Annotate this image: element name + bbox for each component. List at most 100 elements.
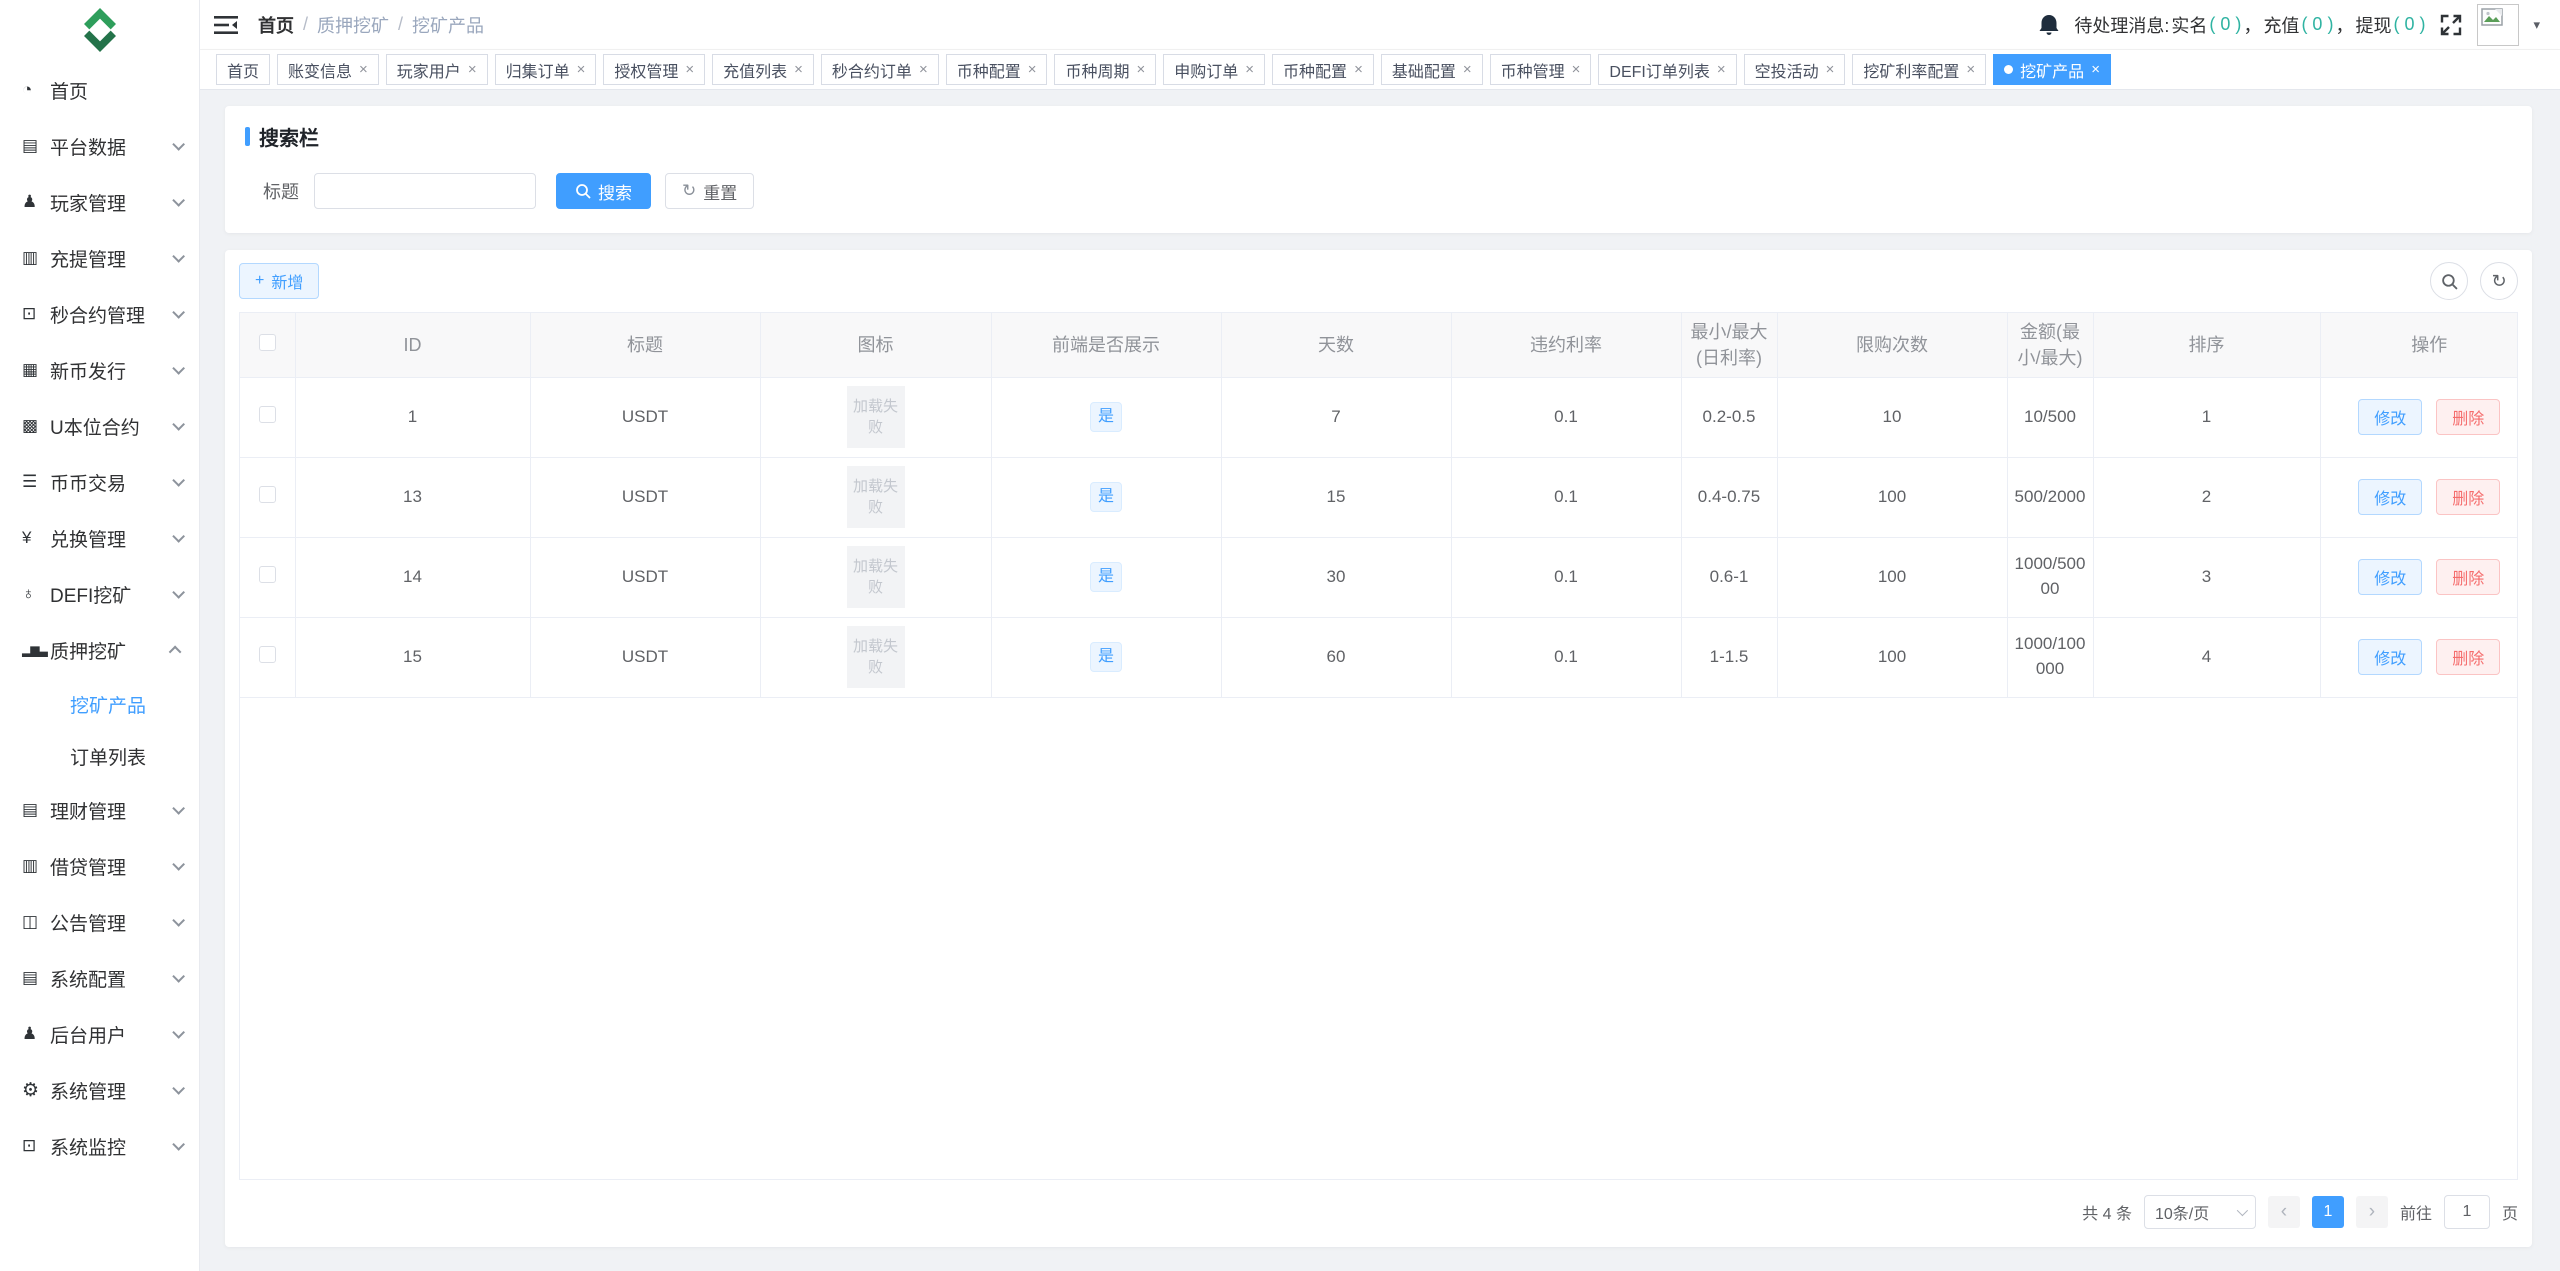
tab-挖矿产品[interactable]: 挖矿产品 × xyxy=(1993,54,2111,85)
edit-button[interactable]: 修改 xyxy=(2358,399,2423,435)
sidebar-item-system-management[interactable]: ⚙ 系统管理 xyxy=(0,1062,199,1118)
sidebar-item-seconds-contract-management[interactable]: ⊡ 秒合约管理 xyxy=(0,286,199,342)
sidebar-item-label: U本位合约 xyxy=(50,417,140,439)
reset-button[interactable]: ↻ 重置 xyxy=(665,173,755,209)
table-refresh-button[interactable]: ↻ xyxy=(2480,262,2518,300)
table-row: 1 USDT 加载失败 是 7 0.1 0.2-0.5 10 10/500 1 修改 删除 xyxy=(240,377,2517,458)
tab-DEFI订单列表[interactable]: DEFI订单列表 × xyxy=(1598,54,1737,85)
edit-button[interactable]: 修改 xyxy=(2358,639,2423,675)
close-icon[interactable]: × xyxy=(1966,61,1975,78)
cell-actions: 修改 删除 xyxy=(2320,377,2517,458)
bell-icon[interactable] xyxy=(2038,13,2060,37)
sidebar-item-new-coin-issue[interactable]: ▦ 新币发行 xyxy=(0,342,199,398)
close-icon[interactable]: × xyxy=(919,61,928,78)
page-size-select[interactable]: 10条/页 xyxy=(2143,1195,2256,1229)
sidebar-item-staking-mining[interactable]: ▂▆▃ 质押挖矿 xyxy=(0,622,199,678)
title-search-input[interactable] xyxy=(314,173,536,209)
page-number-1[interactable]: 1 xyxy=(2311,1196,2344,1228)
row-checkbox[interactable] xyxy=(258,646,276,663)
breadcrumb-item[interactable]: 挖矿产品 xyxy=(412,12,484,38)
column-header-days: 天数 xyxy=(1221,313,1452,378)
delete-button[interactable]: 删除 xyxy=(2436,399,2501,435)
sidebar-item-player-management[interactable]: ♟ 玩家管理 xyxy=(0,174,199,230)
delete-button[interactable]: 删除 xyxy=(2436,639,2501,675)
goto-page-input[interactable] xyxy=(2443,1195,2490,1229)
sidebar-item-finance-management[interactable]: ▤ 理财管理 xyxy=(0,782,199,838)
tab-币种配置[interactable]: 币种配置 × xyxy=(945,54,1048,85)
row-checkbox[interactable] xyxy=(258,566,276,583)
close-icon[interactable]: × xyxy=(1463,61,1472,78)
close-icon[interactable]: × xyxy=(794,61,803,78)
logo-icon xyxy=(83,8,116,52)
sidebar-subitem-order-list[interactable]: 订单列表 xyxy=(0,730,199,782)
select-all-checkbox[interactable] xyxy=(258,333,276,351)
column-header-label: 最小/最大(日利率) xyxy=(1690,321,1768,368)
goto-label: 前往 xyxy=(2399,1206,2432,1223)
close-icon[interactable]: × xyxy=(359,61,368,78)
close-icon[interactable]: × xyxy=(1245,61,1254,78)
collapse-menu-icon[interactable] xyxy=(214,14,240,36)
broken-image-placeholder: 加载失败 xyxy=(846,386,905,448)
sidebar-item-coin-coin-trade[interactable]: ☰ 币币交易 xyxy=(0,454,199,510)
title-accent-bar xyxy=(245,127,250,146)
close-icon[interactable]: × xyxy=(1137,61,1146,78)
cell-limit: 100 xyxy=(1777,617,2008,698)
close-icon[interactable]: × xyxy=(2091,61,2100,78)
tab-空投活动[interactable]: 空投活动 × xyxy=(1743,54,1846,85)
sidebar-item-system-config[interactable]: ▤ 系统配置 xyxy=(0,950,199,1006)
tab-基础配置[interactable]: 基础配置 × xyxy=(1380,54,1483,85)
close-icon[interactable]: × xyxy=(1572,61,1581,78)
sidebar-item-home[interactable]: ◔ 首页 xyxy=(0,62,199,118)
sidebar-item-system-monitor[interactable]: ⊡ 系统监控 xyxy=(0,1118,199,1174)
fullscreen-icon[interactable] xyxy=(2439,13,2463,37)
avatar[interactable] xyxy=(2477,3,2520,46)
sidebar-item-notice-management[interactable]: ◫ 公告管理 xyxy=(0,894,199,950)
tab-币种管理[interactable]: 币种管理 × xyxy=(1489,54,1592,85)
delete-button[interactable]: 删除 xyxy=(2436,479,2501,515)
cell-days: 30 xyxy=(1221,537,1452,618)
tab-币种配置[interactable]: 币种配置 × xyxy=(1272,54,1374,85)
breadcrumb-item[interactable]: 首页 xyxy=(258,12,294,38)
sidebar-item-platform-data[interactable]: ▤ 平台数据 xyxy=(0,118,199,174)
sidebar-item-defi-mining[interactable]: ♁ DEFI挖矿 xyxy=(0,566,199,622)
tab-币种周期[interactable]: 币种周期 × xyxy=(1054,54,1157,85)
search-button[interactable]: 搜索 xyxy=(556,173,651,209)
sidebar-item-exchange-management[interactable]: ¥ 兑换管理 xyxy=(0,510,199,566)
row-checkbox[interactable] xyxy=(258,486,276,503)
tab-申购订单[interactable]: 申购订单 × xyxy=(1163,54,1266,85)
close-icon[interactable]: × xyxy=(1717,61,1726,78)
close-icon[interactable]: × xyxy=(1826,61,1835,78)
prev-page-button[interactable]: ‹ xyxy=(2267,1196,2300,1228)
sidebar-item-u-margin-contract[interactable]: ▩ U本位合约 xyxy=(0,398,199,454)
close-icon[interactable]: × xyxy=(1354,61,1363,78)
close-icon[interactable]: × xyxy=(468,61,477,78)
row-checkbox[interactable] xyxy=(258,406,276,423)
delete-button[interactable]: 删除 xyxy=(2436,559,2501,595)
tab-授权管理[interactable]: 授权管理 × xyxy=(603,54,706,85)
search-icon xyxy=(576,184,591,199)
close-icon[interactable]: × xyxy=(577,61,586,78)
user-menu-caret-icon[interactable]: ▾ xyxy=(2533,17,2540,33)
broken-image-placeholder: 加载失败 xyxy=(846,466,905,528)
tab-充值列表[interactable]: 充值列表 × xyxy=(712,54,814,85)
edit-button[interactable]: 修改 xyxy=(2358,559,2423,595)
refresh-icon: ↻ xyxy=(2491,270,2507,291)
sidebar-item-deposit-withdraw-management[interactable]: ▥ 充提管理 xyxy=(0,230,199,286)
tab-挖矿利率配置[interactable]: 挖矿利率配置 × xyxy=(1852,54,1987,85)
sidebar-item-backend-users[interactable]: ♟ 后台用户 xyxy=(0,1006,199,1062)
edit-button[interactable]: 修改 xyxy=(2358,479,2423,515)
add-button[interactable]: + 新增 xyxy=(239,263,320,299)
sidebar-subitem-mining-products[interactable]: 挖矿产品 xyxy=(0,678,199,730)
tab-首页[interactable]: 首页 xyxy=(216,54,271,85)
cell-value: 100 xyxy=(1877,566,1907,586)
breadcrumb-item[interactable]: 质押挖矿 xyxy=(317,12,389,38)
table-search-toggle-button[interactable] xyxy=(2430,262,2468,300)
sidebar-item-lending-management[interactable]: ▥ 借贷管理 xyxy=(0,838,199,894)
close-icon[interactable]: × xyxy=(1028,61,1037,78)
tab-秒合约订单[interactable]: 秒合约订单 × xyxy=(820,54,939,85)
close-icon[interactable]: × xyxy=(685,61,694,78)
next-page-button[interactable]: › xyxy=(2355,1196,2388,1228)
tab-账变信息[interactable]: 账变信息 × xyxy=(277,54,379,85)
tab-玩家用户[interactable]: 玩家用户 × xyxy=(385,54,488,85)
tab-归集订单[interactable]: 归集订单 × xyxy=(494,54,597,85)
